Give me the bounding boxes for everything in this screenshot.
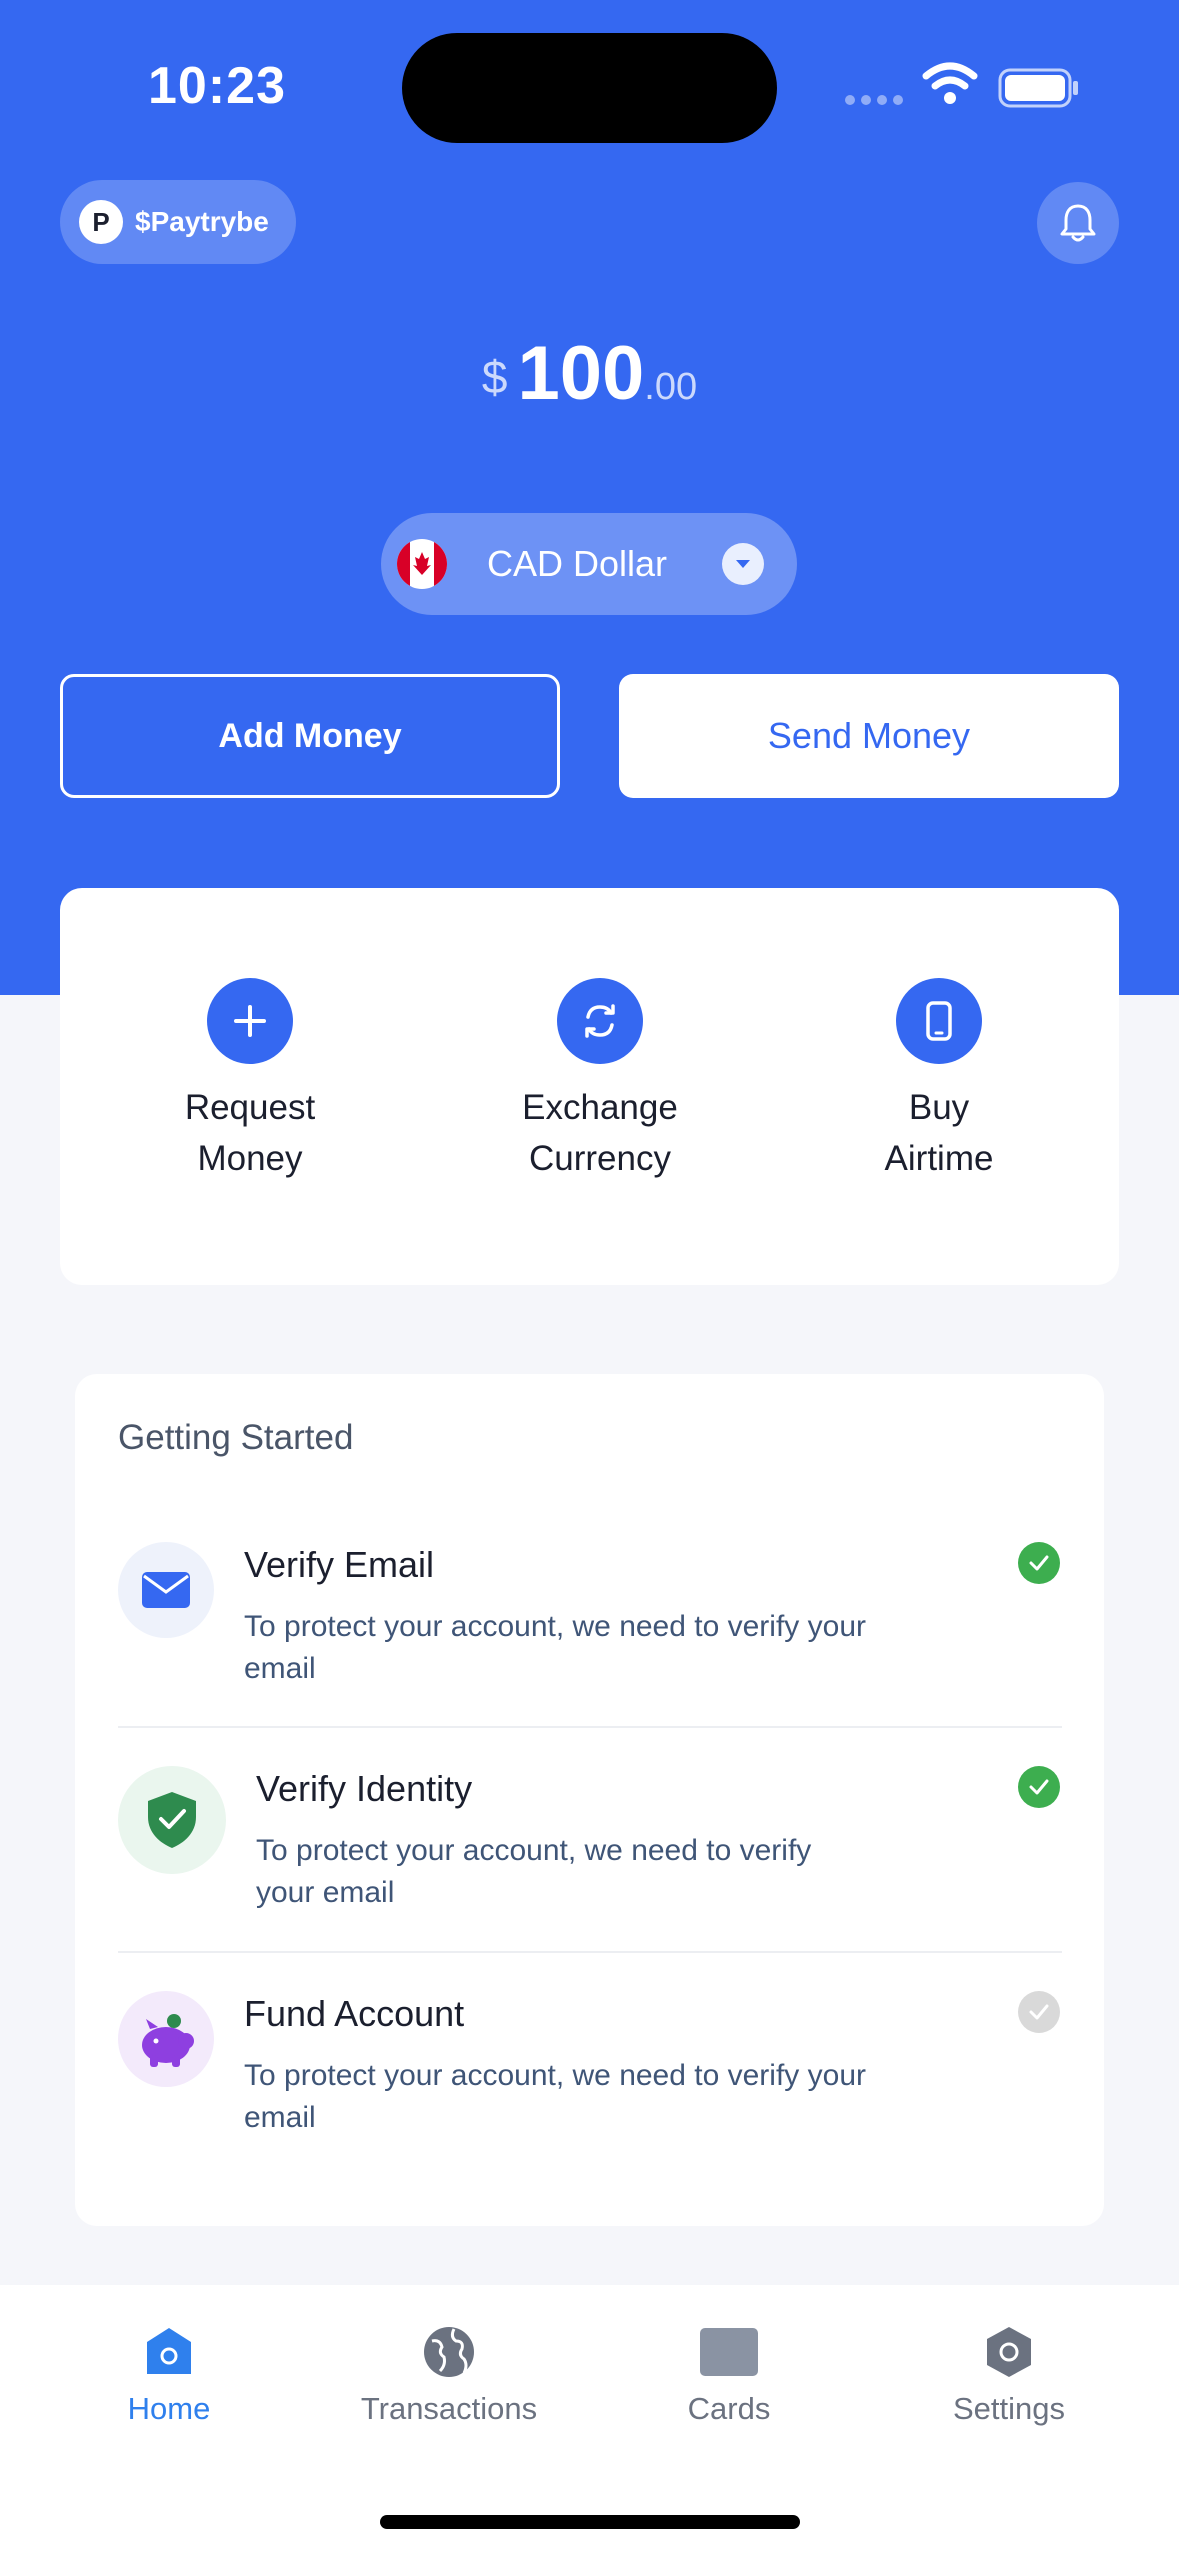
divider — [118, 1951, 1062, 1953]
tab-label: Transactions — [360, 2391, 538, 2426]
task-description: To protect your account, we need to veri… — [244, 2059, 866, 2134]
balance-amount: 100 — [517, 331, 645, 416]
account-chip[interactable]: P $Paytrybe — [60, 180, 296, 264]
tab-home[interactable]: Home — [49, 2323, 289, 2427]
check-icon — [1018, 1991, 1060, 2033]
check-icon — [1018, 1542, 1060, 1584]
add-money-button[interactable]: Add Money — [60, 674, 560, 798]
buy-airtime-action[interactable]: Buy Airtime — [809, 978, 1069, 1184]
divider — [118, 1726, 1062, 1728]
header-background — [0, 0, 1179, 995]
tab-transactions[interactable]: Transactions — [329, 2323, 569, 2427]
exchange-currency-action[interactable]: Exchange Currency — [470, 978, 730, 1184]
bell-icon — [1060, 204, 1096, 242]
task-description: To protect your account, we need to veri… — [244, 1610, 866, 1685]
tab-label: Home — [127, 2391, 211, 2426]
request-money-action[interactable]: Request Money — [120, 978, 380, 1184]
check-icon — [1018, 1766, 1060, 1808]
request-money-label: Request Money — [184, 1088, 316, 1178]
home-icon — [49, 2323, 289, 2381]
tab-label: Settings — [952, 2391, 1065, 2426]
exchange-icon — [557, 978, 643, 1064]
phone-icon — [896, 978, 982, 1064]
account-tag: $Paytrybe — [135, 206, 269, 237]
cellular-signal-icon — [845, 95, 903, 105]
shield-check-icon — [118, 1766, 226, 1874]
getting-started-card: Getting Started Verify Email To protect … — [75, 1374, 1104, 2226]
card-icon — [609, 2323, 849, 2381]
envelope-icon — [118, 1542, 214, 1638]
globe-icon — [329, 2323, 569, 2381]
tab-settings[interactable]: Settings — [889, 2323, 1129, 2427]
balance-cents: .00 — [644, 366, 698, 408]
home-indicator — [380, 2515, 800, 2529]
tab-label: Cards — [687, 2391, 771, 2426]
battery-icon — [998, 68, 1078, 108]
quick-actions-card: Request Money Exchange Currency Buy Airtime — [60, 888, 1119, 1285]
task-title: Fund Account — [244, 1993, 465, 2034]
getting-started-title: Getting Started — [118, 1418, 354, 1457]
send-money-button[interactable]: Send Money — [619, 674, 1119, 798]
balance-currency-symbol: $ — [481, 351, 508, 403]
piggy-bank-icon — [118, 1991, 214, 2087]
plus-icon — [207, 978, 293, 1064]
settings-icon — [889, 2323, 1129, 2381]
wifi-icon — [922, 62, 978, 104]
task-title: Verify Email — [244, 1544, 435, 1585]
notifications-button[interactable] — [1037, 182, 1119, 264]
task-title: Verify Identity — [256, 1768, 473, 1809]
balance-display: $100.00 — [0, 330, 1179, 417]
exchange-currency-label: Exchange Currency — [522, 1088, 678, 1178]
status-time: 10:23 — [148, 57, 286, 115]
canada-flag-icon — [397, 539, 447, 589]
buy-airtime-label: Buy Airtime — [884, 1088, 994, 1178]
tab-cards[interactable]: Cards — [609, 2323, 849, 2427]
task-description: To protect your account, we need to veri… — [256, 1834, 812, 1909]
currency-label: CAD Dollar — [487, 543, 668, 584]
dynamic-island — [402, 33, 777, 143]
chevron-down-icon — [722, 543, 764, 585]
currency-selector[interactable]: CAD Dollar — [381, 513, 797, 615]
brand-logo: P — [79, 200, 123, 244]
